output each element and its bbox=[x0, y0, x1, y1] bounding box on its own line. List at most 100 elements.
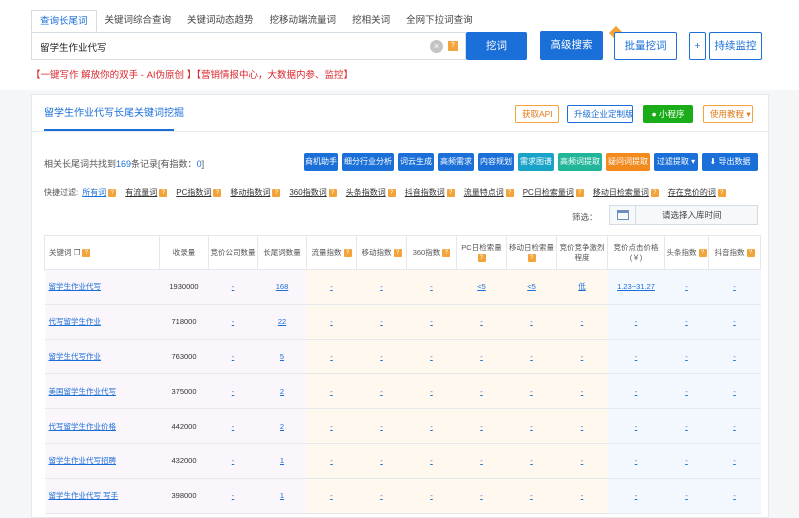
col-indexed[interactable]: 收录量 bbox=[159, 235, 209, 270]
table-cell[interactable]: - bbox=[708, 269, 761, 305]
table-cell[interactable]: - bbox=[664, 269, 709, 305]
table-cell[interactable]: - bbox=[306, 304, 357, 340]
col-bidding-companies[interactable]: 竞价公司数量 bbox=[208, 235, 258, 270]
table-cell[interactable]: - bbox=[208, 408, 258, 444]
table-cell[interactable]: - bbox=[306, 408, 357, 444]
table-cell[interactable]: <5 bbox=[456, 269, 507, 305]
table-cell[interactable]: - bbox=[556, 478, 608, 514]
keyword-link[interactable]: 留学生作业代写 bbox=[44, 269, 160, 305]
keyword-link[interactable]: 代写留学生作业 bbox=[44, 304, 160, 340]
table-cell[interactable]: 1.23~31.27 bbox=[607, 269, 665, 305]
mini-program-button[interactable]: ● 小程序 bbox=[643, 105, 693, 123]
table-cell[interactable]: - bbox=[208, 373, 258, 410]
table-cell[interactable]: - bbox=[456, 443, 507, 479]
col-longtail-count[interactable]: 长尾词数量 bbox=[257, 235, 307, 270]
help-icon[interactable]: ? bbox=[448, 41, 458, 51]
table-cell[interactable]: 1 bbox=[257, 443, 307, 479]
table-cell[interactable]: - bbox=[556, 304, 608, 340]
table-cell[interactable]: - bbox=[208, 443, 258, 479]
table-cell[interactable]: - bbox=[356, 408, 407, 444]
table-cell[interactable]: - bbox=[406, 373, 457, 410]
table-cell[interactable]: - bbox=[406, 478, 457, 514]
get-api-button[interactable]: 获取API bbox=[515, 105, 559, 123]
table-cell[interactable]: - bbox=[708, 339, 761, 375]
col-competition[interactable]: 竞价竞争激烈程度 bbox=[556, 235, 608, 270]
high-freq-demand-button[interactable]: 高频需求 bbox=[438, 153, 474, 171]
filter-toutiao-index[interactable]: 头条指数词 bbox=[346, 187, 386, 198]
table-cell[interactable]: - bbox=[664, 478, 709, 514]
table-cell[interactable]: - bbox=[556, 408, 608, 444]
table-cell[interactable]: - bbox=[506, 408, 557, 444]
table-cell[interactable]: - bbox=[607, 478, 665, 514]
table-cell[interactable]: - bbox=[456, 478, 507, 514]
table-cell[interactable]: - bbox=[356, 304, 407, 340]
table-cell[interactable]: 1 bbox=[257, 478, 307, 514]
table-cell[interactable]: - bbox=[607, 443, 665, 479]
table-cell[interactable]: - bbox=[406, 269, 457, 305]
table-cell[interactable]: - bbox=[456, 339, 507, 375]
keyword-link[interactable]: 留学生作业代写招聘 bbox=[44, 443, 160, 479]
table-cell[interactable]: - bbox=[208, 478, 258, 514]
col-click-price[interactable]: 竞价点击价格(￥) bbox=[607, 235, 665, 270]
word-cloud-button[interactable]: 词云生成 bbox=[398, 153, 434, 171]
col-keyword[interactable]: 关键词 ❐ ? bbox=[44, 235, 160, 270]
batch-dig-button[interactable]: 批量挖词 bbox=[614, 32, 677, 60]
filter-pc-daily[interactable]: PC日检索量词 bbox=[523, 187, 574, 198]
table-cell[interactable]: - bbox=[506, 373, 557, 410]
filter-bidding[interactable]: 存在竞价的词 bbox=[668, 187, 716, 198]
table-cell[interactable]: - bbox=[406, 443, 457, 479]
filter-traffic[interactable]: 有流量词 bbox=[125, 187, 157, 198]
table-cell[interactable]: - bbox=[306, 339, 357, 375]
keyword-link[interactable]: 美国留学生作业代写 bbox=[44, 373, 160, 410]
dig-button[interactable]: 挖词 bbox=[466, 32, 527, 60]
table-cell[interactable]: - bbox=[356, 269, 407, 305]
tab-keyword-query[interactable]: 关键词综合查询 bbox=[97, 10, 180, 32]
table-cell[interactable]: - bbox=[556, 373, 608, 410]
date-picker[interactable]: 请选择入库时间 bbox=[609, 205, 758, 225]
filter-mobile-daily[interactable]: 移动日检索量词 bbox=[593, 187, 649, 198]
question-extract-button[interactable]: 疑问词提取 bbox=[606, 153, 650, 171]
table-cell[interactable]: - bbox=[506, 478, 557, 514]
table-cell[interactable]: - bbox=[607, 304, 665, 340]
table-cell[interactable]: - bbox=[208, 304, 258, 340]
table-cell[interactable]: - bbox=[708, 478, 761, 514]
filter-mobile-index[interactable]: 移动指数词 bbox=[230, 187, 270, 198]
table-cell[interactable]: - bbox=[306, 478, 357, 514]
table-cell[interactable]: - bbox=[356, 373, 407, 410]
table-cell[interactable]: - bbox=[607, 339, 665, 375]
monitor-button[interactable]: 持续监控 bbox=[709, 32, 762, 60]
industry-analysis-button[interactable]: 细分行业分析 bbox=[342, 153, 394, 171]
table-cell[interactable]: - bbox=[664, 373, 709, 410]
tab-longtail[interactable]: 查询长尾词 bbox=[31, 10, 97, 32]
advanced-search-button[interactable]: 高级搜索 bbox=[540, 31, 603, 60]
table-cell[interactable]: 5 bbox=[257, 339, 307, 375]
table-cell[interactable]: - bbox=[708, 304, 761, 340]
enterprise-button[interactable]: 升级企业定制版 bbox=[567, 105, 634, 123]
table-cell[interactable]: - bbox=[456, 373, 507, 410]
promo-banner[interactable]: 【一键写作 解放你的双手 - AI伪原创 】【营销情报中心，大数据内参、监控】 bbox=[31, 67, 353, 81]
table-cell[interactable]: - bbox=[406, 408, 457, 444]
col-360-index[interactable]: 360指数 ? bbox=[406, 235, 457, 270]
col-mobile-daily[interactable]: 移动日检索量 ? bbox=[506, 235, 557, 270]
table-cell[interactable]: - bbox=[406, 304, 457, 340]
tab-mobile-traffic[interactable]: 挖移动端流量词 bbox=[262, 10, 345, 32]
table-cell[interactable]: - bbox=[607, 373, 665, 410]
add-monitor-button[interactable]: + bbox=[689, 32, 706, 60]
table-cell[interactable]: - bbox=[456, 408, 507, 444]
copy-icon[interactable]: ❐ bbox=[74, 248, 81, 257]
demand-graph-button[interactable]: 需求图谱 bbox=[518, 153, 554, 171]
table-cell[interactable]: - bbox=[406, 339, 457, 375]
col-douyin-index[interactable]: 抖音指数 ? bbox=[708, 235, 761, 270]
table-cell[interactable]: - bbox=[208, 269, 258, 305]
opportunity-button[interactable]: 商机助手 bbox=[304, 153, 338, 171]
filter-extract-button[interactable]: 过滤提取 ▾ bbox=[654, 153, 698, 171]
table-cell[interactable]: - bbox=[506, 304, 557, 340]
filter-360-index[interactable]: 360指数词 bbox=[289, 187, 326, 198]
table-cell[interactable]: - bbox=[456, 304, 507, 340]
table-cell[interactable]: 2 bbox=[257, 373, 307, 410]
col-pc-daily[interactable]: PC日检索量 ? bbox=[456, 235, 507, 270]
table-cell[interactable]: - bbox=[208, 339, 258, 375]
filter-pc-index[interactable]: PC指数词 bbox=[176, 187, 211, 198]
table-cell[interactable]: - bbox=[708, 408, 761, 444]
keyword-link[interactable]: 留学生作业代写 写手 bbox=[44, 478, 160, 514]
